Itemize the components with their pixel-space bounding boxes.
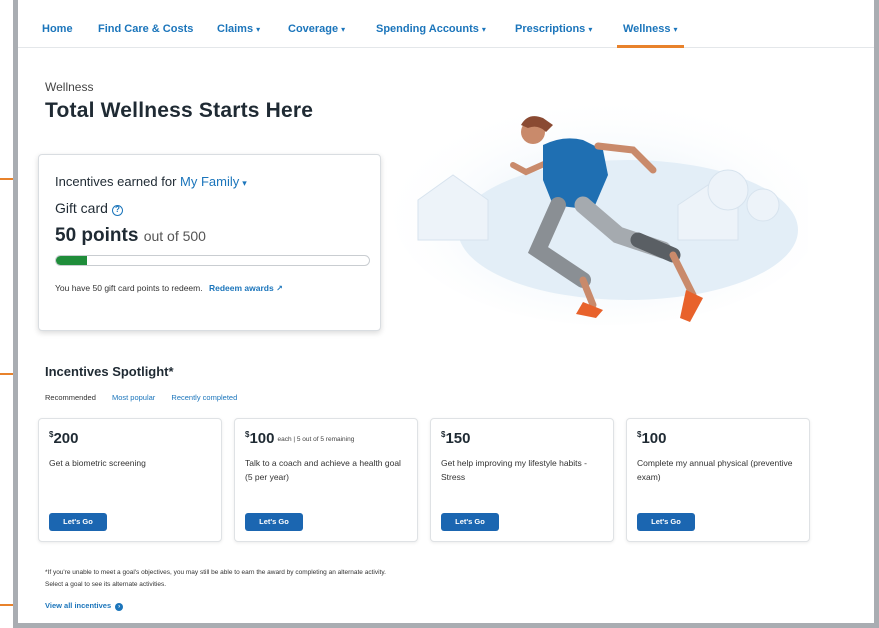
nav-claims[interactable]: Claims ▾ <box>217 10 260 48</box>
incentives-earned-row: Incentives earned for My Family ▾ <box>55 174 247 189</box>
points-summary: 50 points out of 500 <box>55 225 206 247</box>
incentive-tile: $100 Complete my annual physical (preven… <box>626 418 810 542</box>
tile-amount: $100 <box>637 430 666 447</box>
footnote-line-2: Select a goal to see its alternate activ… <box>45 581 167 588</box>
gift-card-label: Gift card <box>55 200 108 216</box>
chevron-down-icon: ▾ <box>481 25 486 34</box>
nav-wellness[interactable]: Wellness ▾ <box>617 10 684 48</box>
top-nav: Home Find Care & Costs Claims ▾ Coverage ▾… <box>18 10 874 48</box>
incentives-card: Incentives earned for My Family ▾ Gift ca… <box>38 154 381 331</box>
chevron-right-icon: › <box>115 603 124 611</box>
spotlight-title: Incentives Spotlight* <box>45 364 174 379</box>
nav-home-label: Home <box>42 23 73 35</box>
points-progress-bar <box>55 255 370 266</box>
runner-illustration <box>393 95 808 325</box>
spotlight-tabs: Recommended Most popular Recently comple… <box>45 393 251 402</box>
incentive-tile: $150 Get help improving my lifestyle hab… <box>430 418 614 542</box>
tile-description: Talk to a coach and achieve a health goa… <box>245 458 401 482</box>
chevron-down-icon: ▾ <box>256 25 261 34</box>
nav-claims-label: Claims <box>217 23 254 35</box>
tile-amount-value: 150 <box>445 430 471 447</box>
nav-spending-label: Spending Accounts <box>376 23 479 35</box>
points-total: out of 500 <box>143 228 206 244</box>
redeem-awards-link[interactable]: Redeem awards ↗ <box>209 283 283 293</box>
chevron-down-icon[interactable]: ▾ <box>242 178 247 188</box>
nav-coverage-label: Coverage <box>288 23 339 35</box>
redeem-note: You have 50 gift card points to redeem. … <box>55 283 283 293</box>
lets-go-button[interactable]: Let's Go <box>49 513 107 531</box>
tab-most-popular[interactable]: Most popular <box>112 393 155 402</box>
nav-find-care-label: Find Care & Costs <box>98 23 194 35</box>
tile-amount-note: each | 5 out of 5 remaining <box>277 436 355 443</box>
incentive-tile: $200 Get a biometric screening Let's Go <box>38 418 222 542</box>
footnote-line-1: *If you're unable to meet a goal's objec… <box>45 569 386 576</box>
tile-amount: $150 <box>441 430 470 447</box>
page-title: Total Wellness Starts Here <box>45 99 314 122</box>
chevron-down-icon: ▾ <box>673 25 678 34</box>
lets-go-button[interactable]: Let's Go <box>245 513 303 531</box>
chevron-down-icon: ▾ <box>588 25 593 34</box>
tile-amount: $200 <box>49 430 78 447</box>
gift-card-row: Gift card? <box>55 200 123 216</box>
external-link-icon: ↗ <box>276 284 283 293</box>
nav-wellness-label: Wellness <box>623 23 671 35</box>
tab-recently-completed[interactable]: Recently completed <box>171 393 237 402</box>
lets-go-button[interactable]: Let's Go <box>637 513 695 531</box>
breadcrumb: Wellness <box>45 80 94 94</box>
nav-coverage[interactable]: Coverage ▾ <box>288 10 345 48</box>
nav-prescriptions[interactable]: Prescriptions ▾ <box>515 10 592 48</box>
tile-description: Get a biometric screening <box>49 458 146 468</box>
incentive-tile: $100 each | 5 out of 5 remaining Talk to … <box>234 418 418 542</box>
view-all-incentives-link[interactable]: View all incentives › <box>45 601 124 611</box>
redeem-text: You have 50 gift card points to redeem. <box>55 283 203 293</box>
tile-amount-value: 100 <box>249 430 275 447</box>
view-all-label: View all incentives <box>45 601 112 610</box>
nav-home[interactable]: Home <box>42 10 73 48</box>
family-select[interactable]: My Family <box>180 174 239 189</box>
nav-spending-accounts[interactable]: Spending Accounts ▾ <box>376 10 486 48</box>
tile-description: Get help improving my lifestyle habits -… <box>441 458 587 482</box>
help-icon[interactable]: ? <box>111 205 123 216</box>
redeem-awards-label: Redeem awards <box>208 283 274 293</box>
nav-prescriptions-label: Prescriptions <box>515 23 586 35</box>
points-earned: 50 points <box>55 225 139 246</box>
tab-recommended[interactable]: Recommended <box>45 393 96 402</box>
tile-amount: $100 each | 5 out of 5 remaining <box>245 430 354 447</box>
tile-amount-value: 200 <box>53 430 79 447</box>
browser-frame: Home Find Care & Costs Claims ▾ Coverage ▾… <box>13 0 879 628</box>
nav-find-care[interactable]: Find Care & Costs <box>98 10 193 48</box>
footnote: *If you're unable to meet a goal's objec… <box>45 567 565 591</box>
incentives-earned-label: Incentives earned for <box>55 174 177 189</box>
lets-go-button[interactable]: Let's Go <box>441 513 499 531</box>
tile-amount-value: 100 <box>641 430 667 447</box>
points-progress-fill <box>56 256 88 265</box>
tile-description: Complete my annual physical (preventive … <box>637 458 793 482</box>
chevron-down-icon: ▾ <box>341 25 346 34</box>
